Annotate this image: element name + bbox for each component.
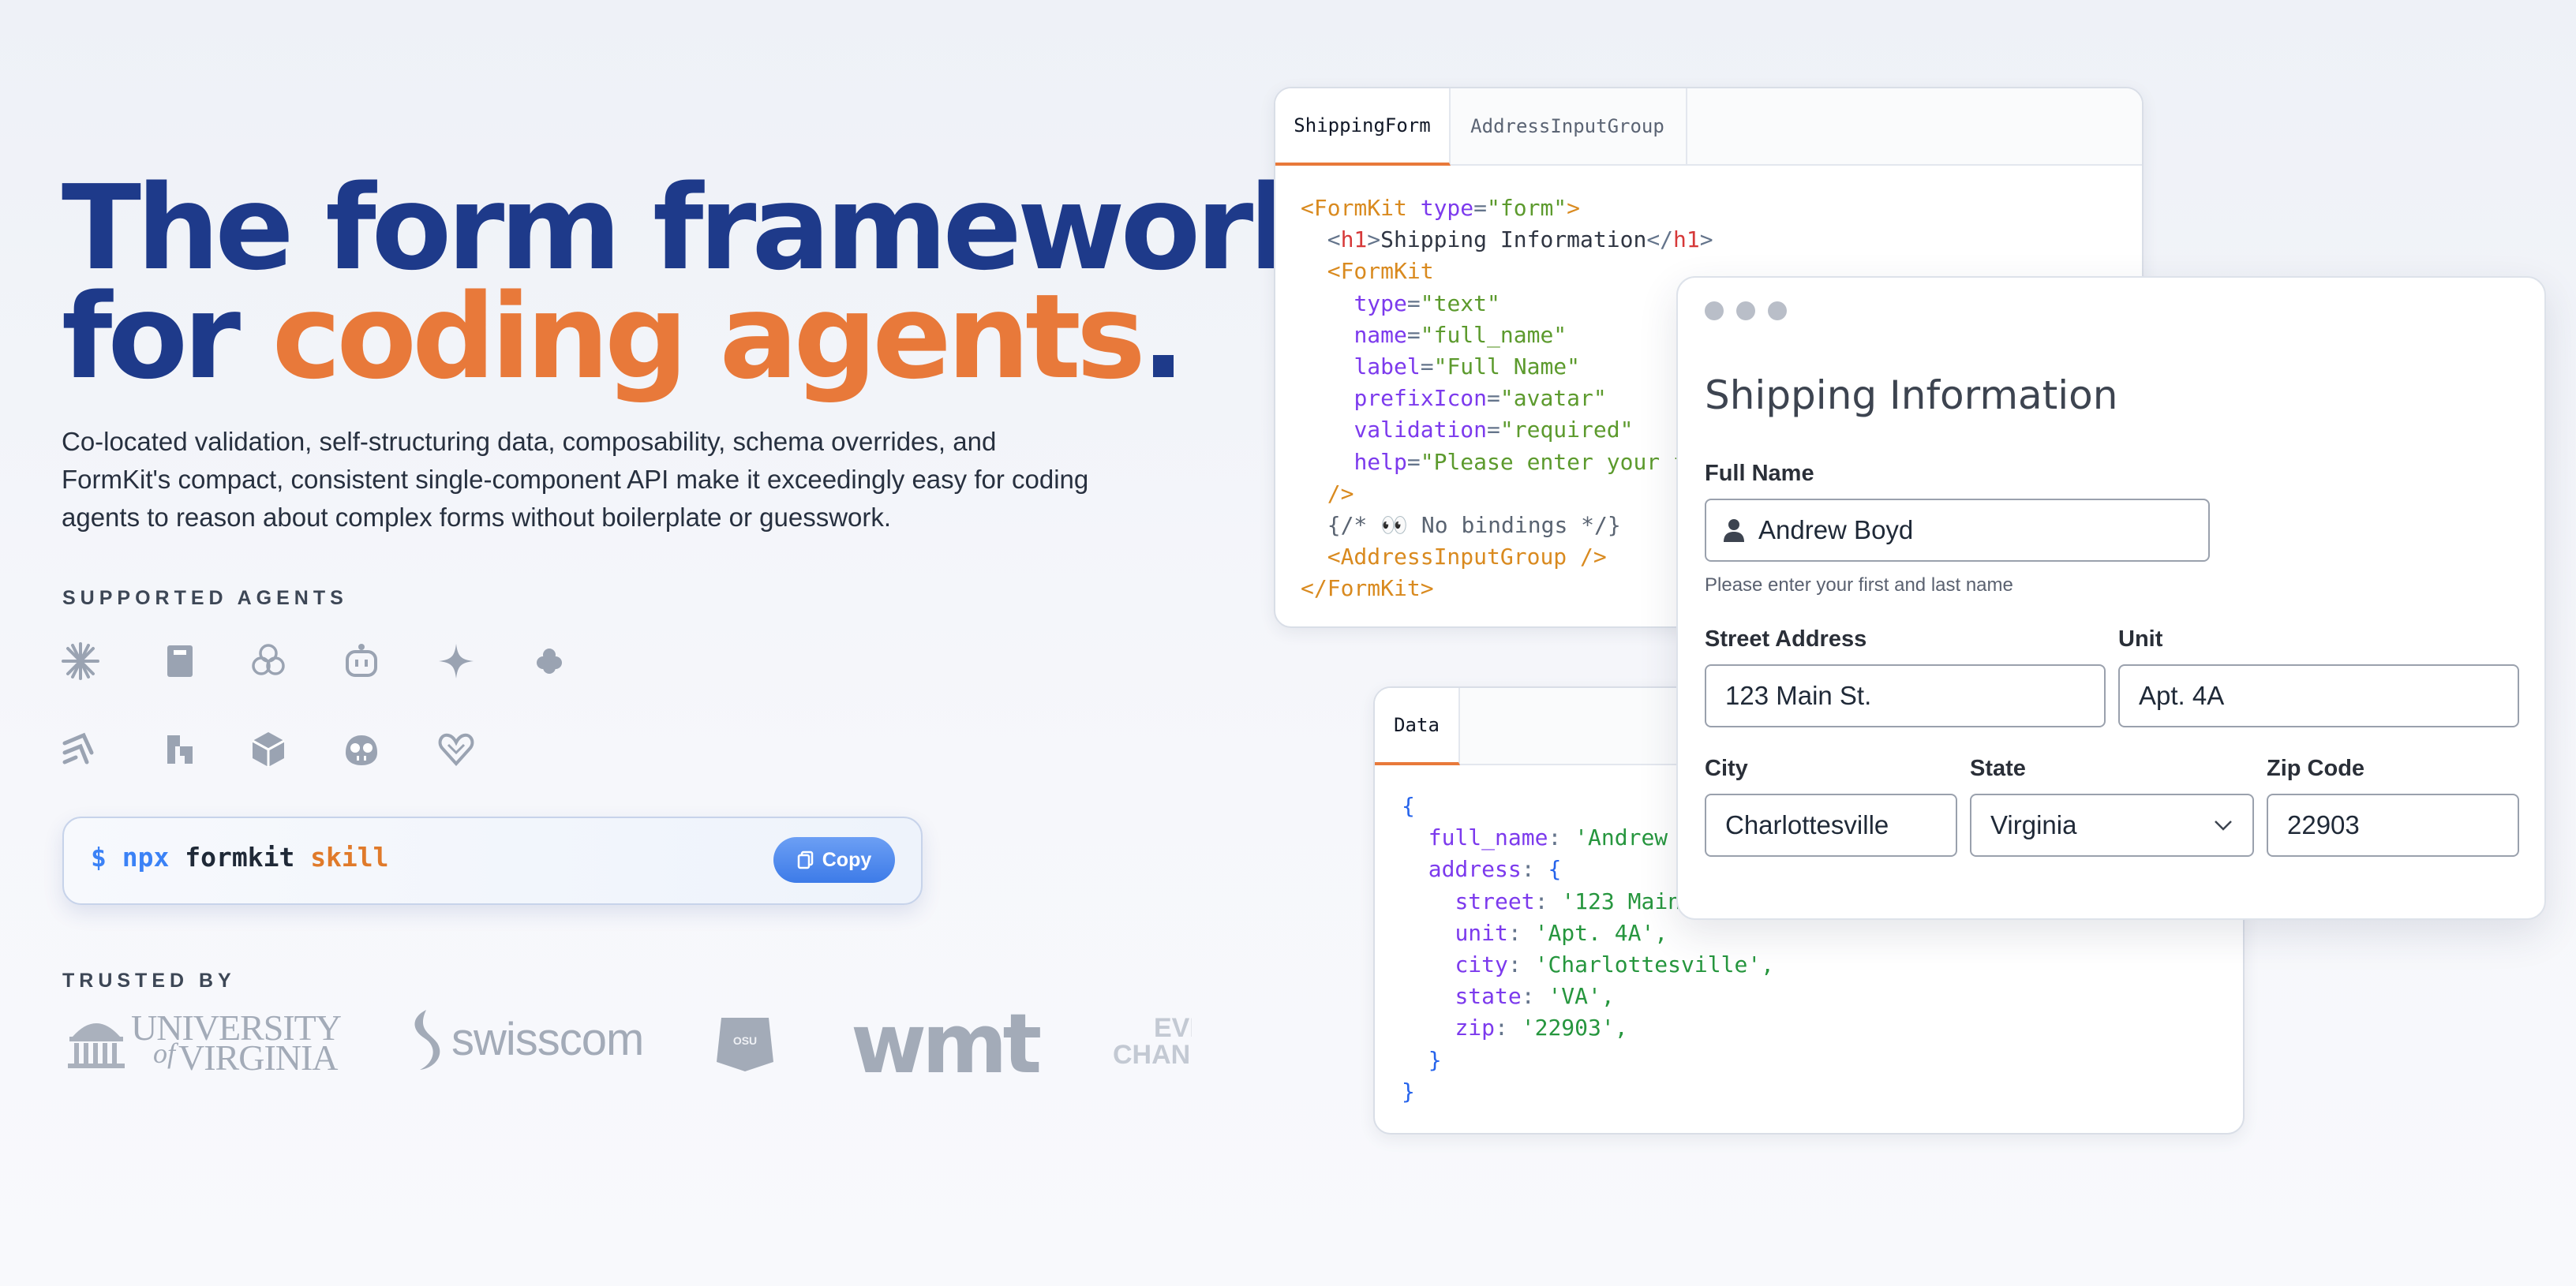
state-label: State — [1970, 756, 2026, 781]
github-copilot-icon[interactable] — [339, 727, 384, 772]
claude-icon-glyph — [62, 642, 99, 680]
copy-label: Copy — [822, 848, 872, 871]
avatar-icon — [1724, 519, 1744, 542]
grok-icon[interactable] — [527, 639, 571, 683]
cmd-npx: npx — [122, 842, 170, 873]
copy-button[interactable]: Copy — [773, 837, 895, 883]
swisscom-logo: swisscom — [402, 1007, 644, 1073]
form-title: Shipping Information — [1705, 372, 2118, 418]
hero-title-period: . — [1140, 269, 1185, 405]
code-tabbar: ShippingForm AddressInputGroup — [1275, 88, 2142, 166]
uva-line2: VIRGINIA — [178, 1037, 339, 1078]
tab-data[interactable]: Data — [1375, 688, 1460, 765]
state-select[interactable]: Virginia — [1970, 794, 2254, 857]
every-logo-line1: EVE — [1154, 1015, 1192, 1043]
cube-icon[interactable] — [246, 727, 290, 772]
full-name-help: Please enter your first and last name — [1705, 574, 2013, 596]
gemini-icon-glyph — [439, 644, 474, 679]
full-name-label: Full Name — [1705, 461, 1814, 486]
grok-icon-glyph — [537, 649, 562, 674]
claude-icon[interactable] — [58, 639, 103, 683]
window-dot-1 — [1705, 301, 1724, 320]
replit-icon[interactable] — [158, 727, 202, 772]
window-dot-3 — [1768, 301, 1787, 320]
full-name-value: Andrew Boyd — [1758, 515, 1914, 544]
windsurf-icon-glyph — [62, 732, 94, 764]
street-label: Street Address — [1705, 626, 1867, 652]
windsurf-icon[interactable] — [58, 727, 103, 772]
full-name-input[interactable]: Andrew Boyd — [1705, 499, 2210, 562]
uva-of: of — [153, 1037, 176, 1069]
unit-value: Apt. 4A — [2139, 681, 2225, 710]
install-command[interactable]: $ npx formkit skill — [91, 842, 389, 873]
cursor-icon[interactable] — [158, 639, 202, 683]
swisscom-wordmark: swisscom — [451, 1014, 644, 1065]
gemini-icon[interactable] — [434, 639, 478, 683]
hero-title: The form framework for coding agents. — [62, 170, 1327, 395]
rotunda-icon — [68, 1023, 125, 1068]
copilot-icon[interactable] — [339, 639, 384, 683]
unit-label: Unit — [2118, 626, 2163, 652]
city-input[interactable]: Charlottesville — [1705, 794, 1957, 857]
cursor-icon-glyph — [167, 645, 193, 677]
heart-icon-glyph — [438, 733, 474, 766]
openai-icon[interactable] — [246, 639, 290, 683]
street-input[interactable]: 123 Main St. — [1705, 664, 2106, 727]
clipboard-icon — [797, 850, 813, 869]
trusted-by-heading: TRUSTED BY — [62, 970, 236, 992]
city-value: Charlottesville — [1725, 810, 1889, 839]
tab-address-input-group[interactable]: AddressInputGroup — [1449, 88, 1687, 164]
install-command-box: $ npx formkit skill Copy — [62, 817, 923, 905]
form-preview-window: Shipping Information Full Name Andrew Bo… — [1676, 276, 2546, 920]
supported-agents-heading: SUPPORTED AGENTS — [62, 587, 348, 609]
ohio-state-emblem-icon: OSU — [717, 1018, 773, 1071]
github-copilot-icon-glyph — [346, 735, 377, 765]
copilot-icon-glyph — [346, 644, 377, 677]
zip-label: Zip Code — [2267, 756, 2365, 781]
window-dot-2 — [1736, 301, 1755, 320]
every-chan-logo: EVE CHAN — [1113, 1015, 1192, 1068]
zip-value: 22903 — [2287, 810, 2360, 839]
uva-logo: UNIVERSITY of VIRGINIA — [66, 1004, 342, 1078]
state-value: Virginia — [1990, 810, 2077, 839]
svg-text:OSU: OSU — [733, 1034, 757, 1047]
prompt-dollar: $ — [91, 842, 107, 873]
openai-icon-glyph — [252, 644, 285, 675]
heart-icon[interactable] — [434, 727, 478, 772]
ohio-state-logo: OSU — [712, 1007, 778, 1073]
cube-icon-glyph — [252, 732, 285, 767]
swisscom-mark-icon — [414, 1010, 440, 1070]
hero-title-accent: coding agents — [271, 269, 1146, 405]
tab-shipping-form[interactable]: ShippingForm — [1275, 88, 1451, 166]
zip-input[interactable]: 22903 — [2267, 794, 2519, 857]
hero-title-for: for — [62, 269, 272, 405]
unit-input[interactable]: Apt. 4A — [2118, 664, 2519, 727]
city-label: City — [1705, 756, 1748, 781]
hero-description: Co-located validation, self-structuring … — [62, 427, 1089, 532]
wmt-logo: wmt — [851, 996, 1042, 1092]
cmd-skill: skill — [310, 842, 389, 873]
every-logo-line2: CHAN — [1113, 1040, 1191, 1068]
replit-icon-glyph — [167, 735, 193, 764]
chevron-down-icon — [2215, 821, 2232, 831]
cmd-formkit: formkit — [185, 842, 295, 873]
street-value: 123 Main St. — [1725, 681, 1872, 710]
